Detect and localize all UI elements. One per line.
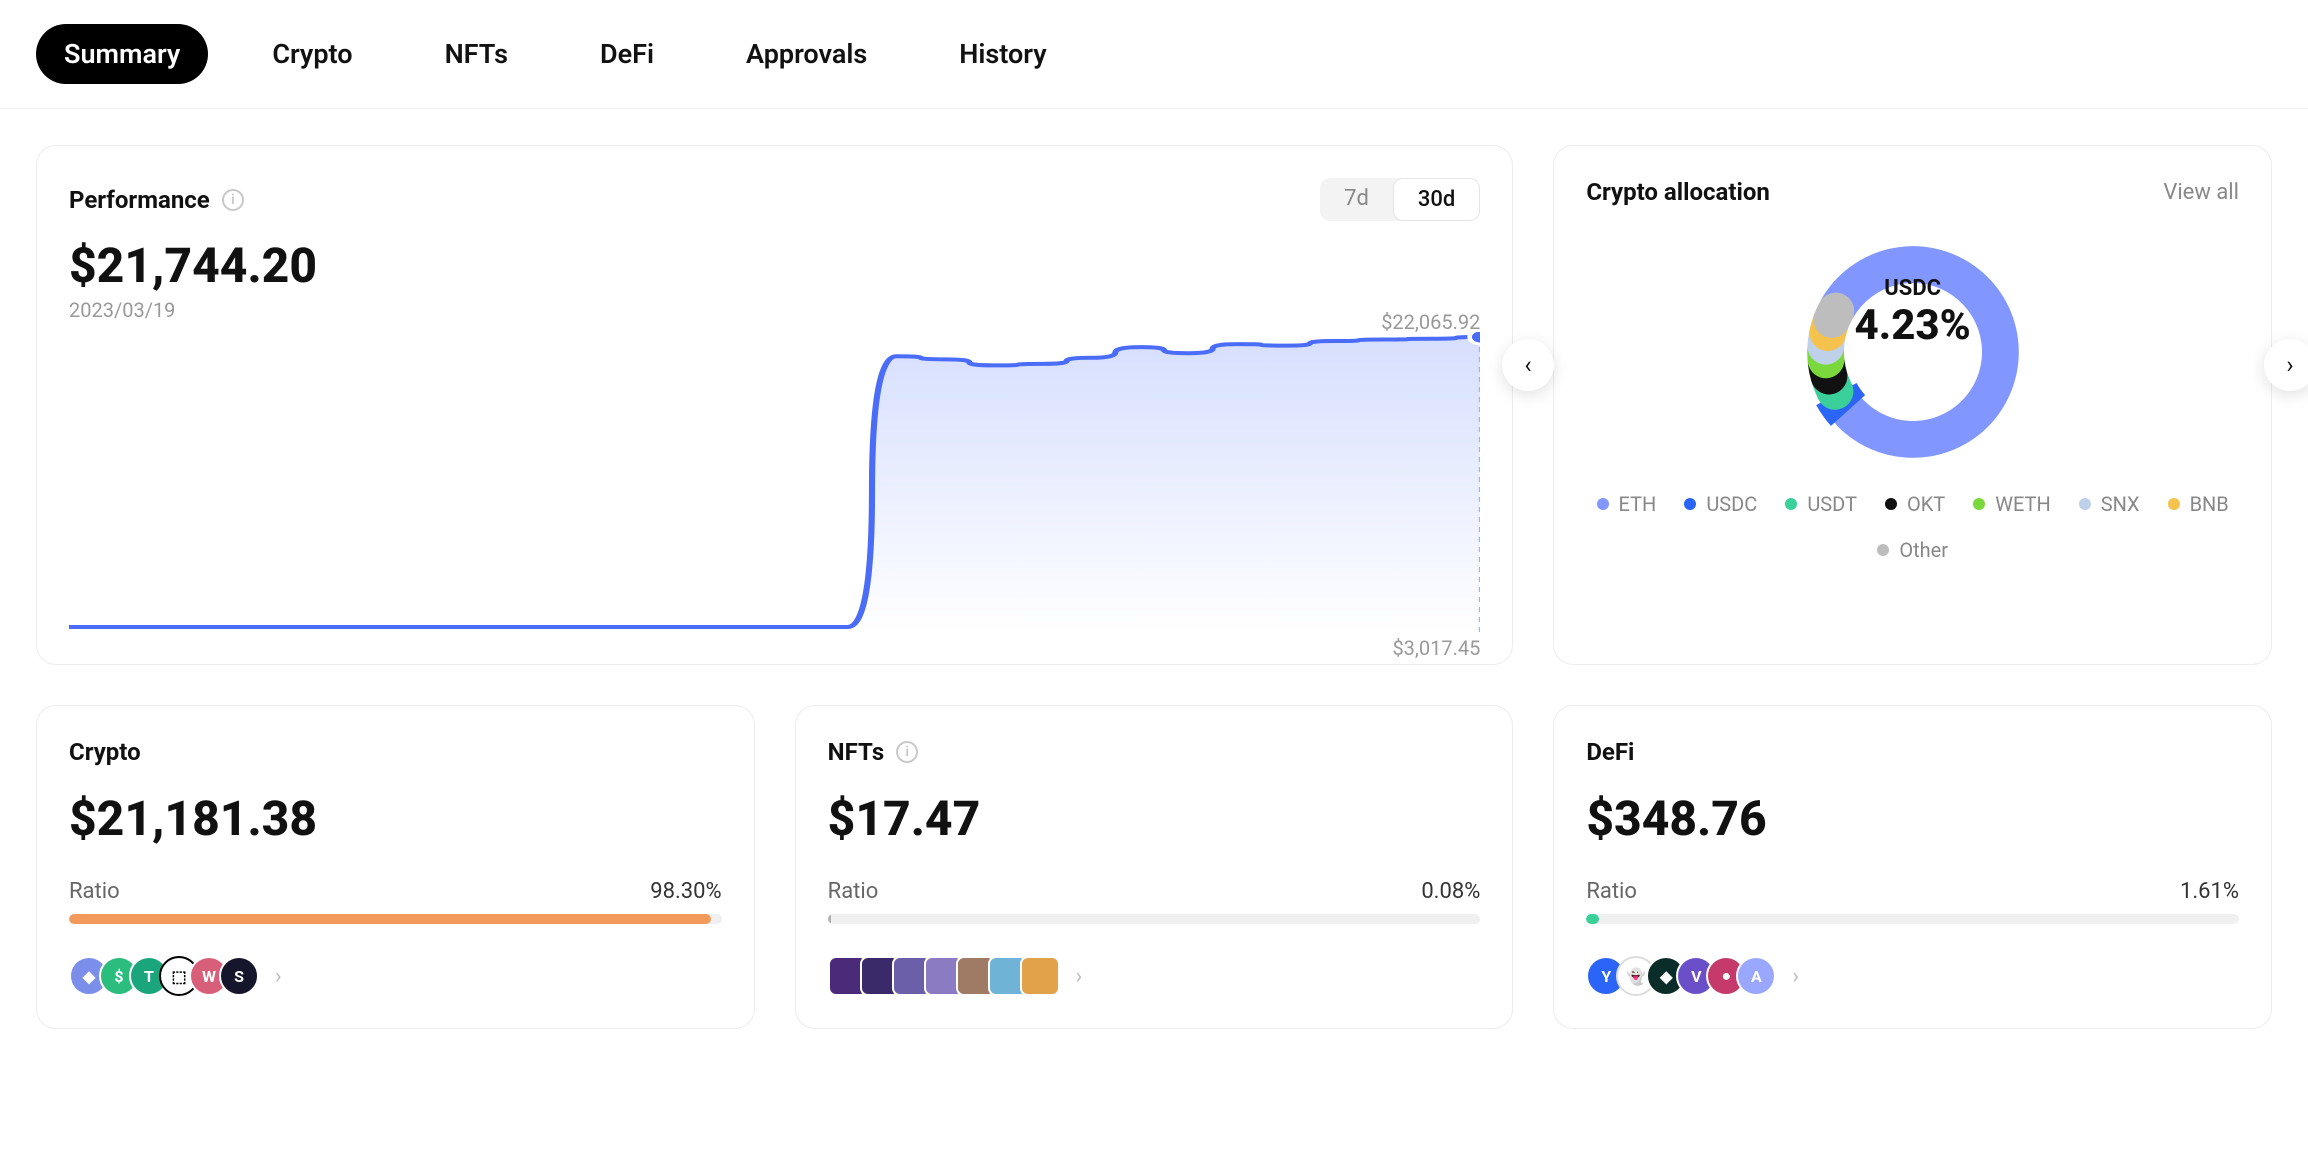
info-icon[interactable]: i (896, 741, 918, 763)
allocation-title: Crypto allocation (1586, 178, 1770, 206)
defi-ratio-bar (1586, 914, 2239, 924)
legend-dot-icon (1877, 544, 1889, 556)
coin-icon: A (1736, 956, 1776, 996)
nfts-card-value: $17.47 (828, 790, 1481, 847)
crypto-icon-stack: ◆$T⬚WS (69, 956, 259, 996)
defi-ratio-label: Ratio (1586, 879, 1637, 904)
carousel-next[interactable]: › (2264, 339, 2308, 391)
legend-item[interactable]: OKT (1885, 492, 1945, 516)
legend-item[interactable]: BNB (2168, 492, 2229, 516)
legend-label: BNB (2190, 492, 2229, 516)
performance-date: 2023/03/19 (69, 298, 1480, 322)
tab-defi[interactable]: DeFi (572, 24, 682, 84)
legend-item[interactable]: SNX (2079, 492, 2140, 516)
defi-ratio-pct: 1.61% (2180, 879, 2239, 904)
coin-icon: S (219, 956, 259, 996)
range-toggle: 7d 30d (1320, 178, 1480, 221)
tab-summary[interactable]: Summary (36, 24, 208, 84)
crypto-ratio-label: Ratio (69, 879, 120, 904)
chevron-right-icon[interactable]: › (1792, 964, 1799, 989)
donut-center-pct: 4.23% (1554, 301, 2271, 350)
chevron-right-icon: › (2286, 351, 2293, 379)
nfts-ratio-bar (828, 914, 1481, 924)
nft-thumb (1020, 956, 1060, 996)
tab-nfts[interactable]: NFTs (417, 24, 536, 84)
crypto-summary-card[interactable]: Crypto $21,181.38 Ratio 98.30% ◆$T⬚WS › (36, 705, 755, 1029)
tab-crypto[interactable]: Crypto (244, 24, 380, 84)
carousel-prev[interactable]: ‹ (1502, 339, 1554, 391)
defi-card-title: DeFi (1586, 738, 2239, 766)
info-icon[interactable]: i (222, 189, 244, 211)
legend-dot-icon (2079, 498, 2091, 510)
nfts-ratio-pct: 0.08% (1421, 879, 1480, 904)
defi-card-value: $348.76 (1586, 790, 2239, 847)
allocation-legend: ETH USDC USDT OKT WETH SNX BNB Other (1586, 492, 2239, 562)
allocation-card: Crypto allocation View all USDC 4.23% ET… (1553, 145, 2272, 665)
tabs-bar: Summary Crypto NFTs DeFi Approvals Histo… (0, 0, 2308, 109)
performance-title: Performance (69, 186, 210, 214)
legend-dot-icon (2168, 498, 2180, 510)
nfts-ratio-label: Ratio (828, 879, 879, 904)
legend-label: ETH (1619, 492, 1657, 516)
chart-svg (69, 332, 1480, 632)
chevron-right-icon[interactable]: › (275, 964, 282, 989)
legend-dot-icon (1597, 498, 1609, 510)
chart-low-label: $3,017.45 (1392, 636, 1480, 660)
legend-item[interactable]: USDT (1785, 492, 1857, 516)
performance-card: Performance i 7d 30d $21,744.20 2023/03/… (36, 145, 1513, 665)
chevron-right-icon[interactable]: › (1076, 964, 1083, 989)
view-all-link[interactable]: View all (2163, 180, 2239, 205)
donut-center-label: USDC (1554, 276, 2271, 301)
legend-label: Other (1899, 538, 1948, 562)
crypto-card-value: $21,181.38 (69, 790, 722, 847)
crypto-card-title: Crypto (69, 738, 722, 766)
tab-approvals[interactable]: Approvals (718, 24, 895, 84)
chevron-left-icon: ‹ (1524, 351, 1531, 379)
chart-high-label: $22,065.92 (1381, 310, 1480, 334)
legend-label: USDT (1807, 492, 1857, 516)
legend-item[interactable]: ETH (1597, 492, 1657, 516)
legend-item[interactable]: USDC (1684, 492, 1757, 516)
range-30d[interactable]: 30d (1393, 178, 1480, 221)
defi-icon-stack: Y👻◆V●A (1586, 956, 1776, 996)
legend-item[interactable]: WETH (1973, 492, 2051, 516)
performance-value: $21,744.20 (69, 237, 1480, 294)
legend-dot-icon (1684, 498, 1696, 510)
defi-summary-card[interactable]: DeFi $348.76 Ratio 1.61% Y👻◆V●A › (1553, 705, 2272, 1029)
legend-label: SNX (2101, 492, 2140, 516)
legend-dot-icon (1973, 498, 1985, 510)
legend-dot-icon (1885, 498, 1897, 510)
content-grid: Performance i 7d 30d $21,744.20 2023/03/… (0, 109, 2308, 1065)
nfts-card-title: NFTs (828, 738, 885, 766)
tab-history[interactable]: History (931, 24, 1074, 84)
legend-dot-icon (1785, 498, 1797, 510)
crypto-ratio-bar (69, 914, 722, 924)
nfts-summary-card[interactable]: NFTs i $17.47 Ratio 0.08% › (795, 705, 1514, 1029)
legend-label: USDC (1706, 492, 1757, 516)
legend-label: WETH (1995, 492, 2051, 516)
donut-chart[interactable]: USDC 4.23% (1586, 222, 2239, 482)
legend-label: OKT (1907, 492, 1945, 516)
performance-chart[interactable]: $22,065.92 $3,017.45 (69, 332, 1480, 632)
nft-thumb-stack (828, 956, 1060, 996)
legend-item[interactable]: Other (1877, 538, 1948, 562)
range-7d[interactable]: 7d (1320, 178, 1393, 221)
crypto-ratio-pct: 98.30% (650, 879, 721, 904)
